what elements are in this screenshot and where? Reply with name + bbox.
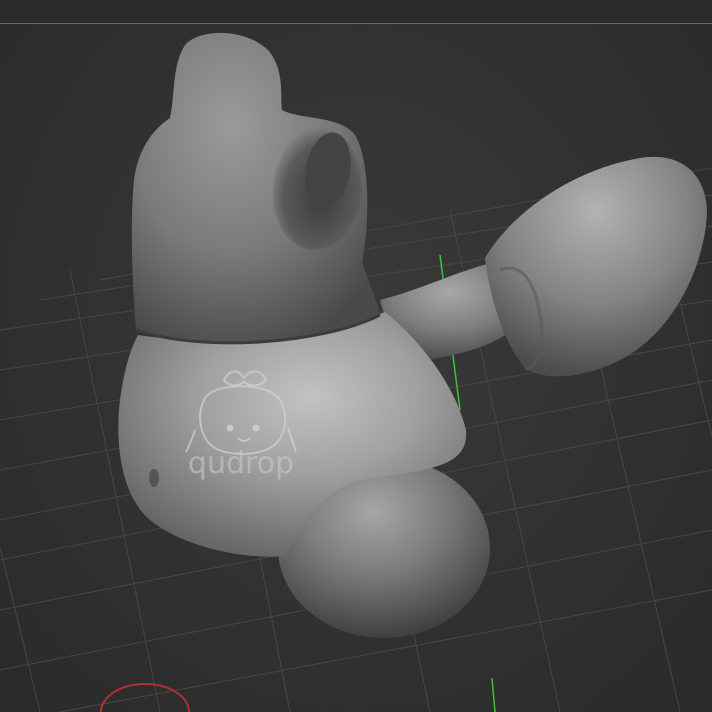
sculpt-model[interactable] [0, 0, 712, 712]
watermark-text: qudrop [187, 446, 295, 481]
3d-viewport[interactable]: qudrop [0, 0, 712, 712]
model-navel [149, 469, 159, 487]
model-hand [485, 156, 707, 377]
transform-gizmo[interactable] [90, 678, 200, 712]
